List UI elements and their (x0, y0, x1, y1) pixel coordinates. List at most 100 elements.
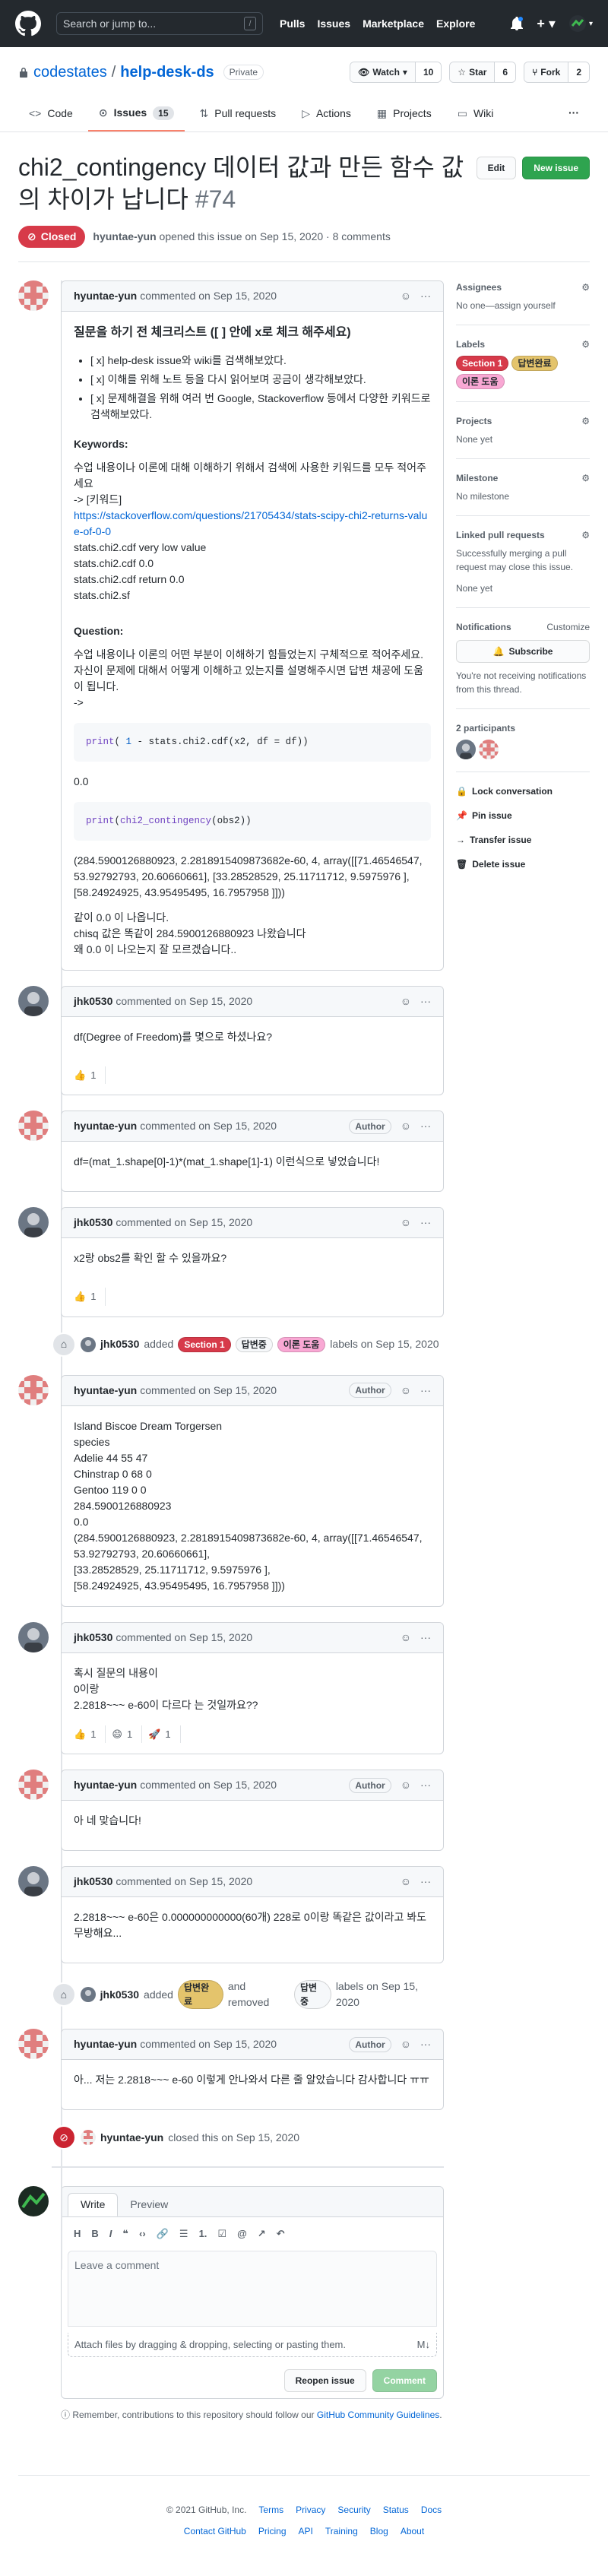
user-avatar[interactable]: ▾ (568, 15, 593, 32)
subscribe-button[interactable]: 🔔 Subscribe (456, 640, 590, 664)
fork-button[interactable]: ⑂ Fork 2 (524, 62, 590, 83)
gear-icon[interactable]: ⚙ (581, 337, 590, 351)
comment-meta[interactable]: commented on Sep 15, 2020 (116, 993, 252, 1009)
label-answering[interactable]: 답변중 (293, 1980, 331, 2010)
bell-icon[interactable] (511, 17, 524, 30)
mini-avatar-jhk[interactable] (81, 1336, 96, 1352)
comment-author[interactable]: hyuntae-yun (74, 2036, 137, 2052)
kebab-menu-icon[interactable]: ··· (420, 2036, 431, 2052)
comment-author[interactable]: jhk0530 (74, 993, 112, 1009)
participant-avatar-hyuntae[interactable] (479, 740, 499, 760)
kebab-menu-icon[interactable]: ··· (420, 1118, 431, 1134)
avatar-jhk[interactable] (18, 985, 49, 1016)
event-actor[interactable]: hyuntae-yun (100, 2130, 163, 2146)
heading-icon[interactable]: H (74, 2226, 81, 2242)
participant-avatar-jhk[interactable] (456, 740, 476, 760)
watch-count[interactable]: 10 (415, 62, 442, 82)
kebab-menu-icon[interactable]: ··· (420, 1630, 431, 1646)
kebab-menu-icon[interactable]: ··· (420, 1874, 431, 1890)
star-count[interactable]: 6 (495, 62, 516, 82)
avatar-hyuntae[interactable] (18, 1770, 49, 1801)
transfer-issue-button[interactable]: → Transfer issue (456, 833, 590, 847)
quote-icon[interactable]: ❝ (122, 2226, 128, 2242)
attach-hint[interactable]: Attach files by dragging & dropping, sel… (68, 2332, 437, 2358)
comment-meta[interactable]: commented on Sep 15, 2020 (140, 2036, 277, 2052)
task-list-icon[interactable]: ☑ (217, 2226, 226, 2242)
gear-icon[interactable]: ⚙ (581, 414, 590, 428)
comment-meta[interactable]: commented on Sep 15, 2020 (116, 1215, 252, 1231)
ordered-list-icon[interactable]: 1. (199, 2226, 207, 2242)
comment-author[interactable]: jhk0530 (74, 1874, 112, 1890)
footer-link[interactable]: Pricing (258, 2524, 287, 2538)
comment-author[interactable]: hyuntae-yun (74, 1777, 137, 1793)
smiley-icon[interactable]: ☺ (401, 993, 411, 1009)
mini-avatar-hyuntae[interactable] (81, 2130, 96, 2146)
event-actor[interactable]: jhk0530 (100, 1336, 139, 1352)
kebab-menu-icon[interactable]: ··· (420, 1383, 431, 1399)
label-answering[interactable]: 답변중 (235, 1336, 273, 1352)
reaction-rocket[interactable]: 🚀 1 (148, 1725, 181, 1744)
footer-link[interactable]: Docs (421, 2503, 442, 2517)
tab-wiki[interactable]: ▭ Wiki (447, 99, 505, 131)
guidelines-link[interactable]: GitHub Community Guidelines (317, 2410, 439, 2420)
label-theory-help[interactable]: 이론 도움 (456, 374, 505, 390)
delete-issue-button[interactable]: 🗑 Delete issue (456, 857, 590, 871)
comment-button[interactable]: Comment (372, 2369, 437, 2393)
search-input[interactable]: Search or jump to... / (56, 12, 263, 35)
reaction-thumbs-up[interactable]: 👍 1 (74, 1066, 106, 1085)
customize-link[interactable]: Customize (546, 620, 590, 634)
keywords-link[interactable]: https://stackoverflow.com/questions/2170… (74, 508, 431, 540)
gear-icon[interactable]: ⚙ (581, 471, 590, 485)
unordered-list-icon[interactable]: ☰ (179, 2226, 188, 2242)
kebab-menu-icon[interactable]: ··· (420, 1215, 431, 1231)
pin-issue-button[interactable]: 📌 Pin issue (456, 809, 590, 822)
avatar-hyuntae[interactable] (18, 280, 49, 312)
smiley-icon[interactable]: ☺ (401, 2036, 411, 2052)
new-issue-button[interactable]: New issue (522, 157, 590, 179)
footer-link[interactable]: Terms (258, 2503, 283, 2517)
kebab-menu-icon[interactable]: ··· (420, 288, 431, 304)
issue-opener[interactable]: hyuntae-yun (93, 230, 156, 242)
kebab-menu-icon[interactable]: ··· (420, 993, 431, 1009)
comment-author[interactable]: hyuntae-yun (74, 1118, 137, 1134)
kebab-menu-icon[interactable]: ··· (420, 1777, 431, 1793)
nav-pulls[interactable]: Pulls (280, 16, 305, 32)
smiley-icon[interactable]: ☺ (401, 1630, 411, 1646)
current-user-avatar[interactable] (18, 2186, 49, 2217)
reaction-thumbs-up[interactable]: 👍 1 (74, 1288, 106, 1306)
smiley-icon[interactable]: ☺ (401, 1874, 411, 1890)
comment-author[interactable]: hyuntae-yun (74, 288, 137, 304)
edit-button[interactable]: Edit (476, 157, 517, 179)
footer-link[interactable]: Status (383, 2503, 409, 2517)
avatar-jhk[interactable] (18, 1621, 49, 1652)
avatar-hyuntae[interactable] (18, 1111, 49, 1142)
comment-author[interactable]: jhk0530 (74, 1215, 112, 1231)
comment-author[interactable]: jhk0530 (74, 1630, 112, 1646)
smiley-icon[interactable]: ☺ (401, 1118, 411, 1134)
comment-textarea[interactable]: Leave a comment (68, 2250, 437, 2327)
reaction-laugh[interactable]: 😄 1 (112, 1725, 143, 1744)
tab-pull-requests[interactable]: ⇅ Pull requests (189, 99, 287, 131)
smiley-icon[interactable]: ☺ (401, 1383, 411, 1399)
smiley-icon[interactable]: ☺ (401, 1215, 411, 1231)
footer-link[interactable]: Security (337, 2503, 370, 2517)
footer-link[interactable]: Training (325, 2524, 358, 2538)
github-logo-icon[interactable] (15, 11, 41, 36)
comment-meta[interactable]: commented on Sep 15, 2020 (140, 288, 277, 304)
tab-write[interactable]: Write (68, 2193, 119, 2217)
tab-projects[interactable]: ▦ Projects (366, 99, 442, 131)
nav-issues[interactable]: Issues (317, 16, 350, 32)
avatar-jhk[interactable] (18, 1866, 49, 1897)
link-icon[interactable]: 🔗 (157, 2226, 169, 2242)
create-new-icon[interactable]: + ▾ (537, 14, 556, 34)
comment-meta[interactable]: commented on Sep 15, 2020 (116, 1874, 252, 1890)
repo-owner-link[interactable]: codestates (33, 61, 107, 84)
nav-explore[interactable]: Explore (436, 16, 475, 32)
reopen-issue-button[interactable]: Reopen issue (283, 2369, 366, 2393)
comment-author[interactable]: hyuntae-yun (74, 1383, 137, 1399)
tab-preview[interactable]: Preview (118, 2193, 180, 2216)
nav-marketplace[interactable]: Marketplace (363, 16, 424, 32)
cross-reference-icon[interactable]: ↗ (258, 2226, 266, 2242)
italic-icon[interactable]: I (109, 2226, 112, 2242)
assignees-value[interactable]: No one—assign yourself (456, 299, 590, 312)
